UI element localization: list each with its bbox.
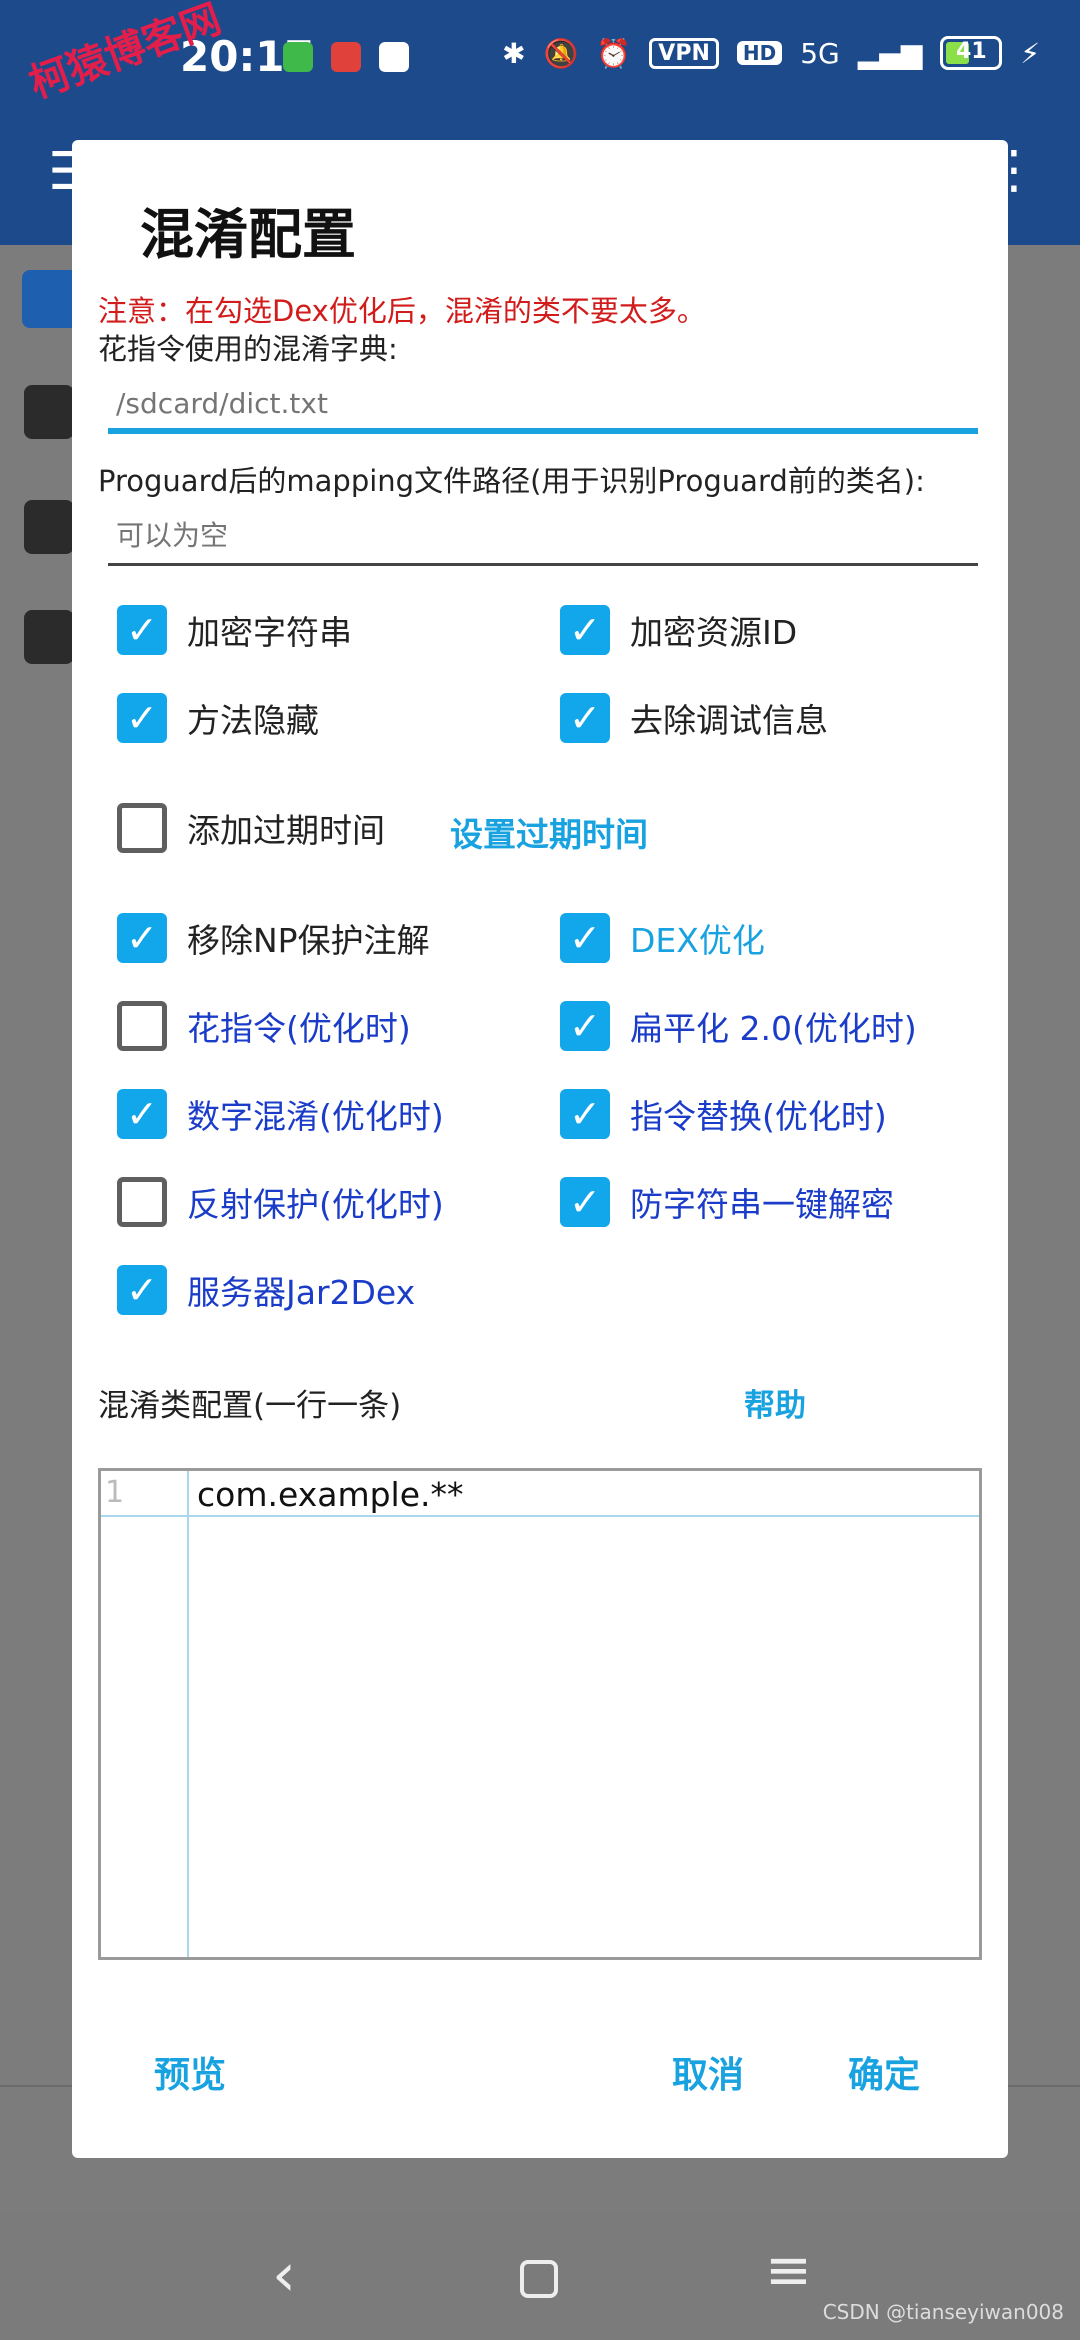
charging-icon: ⚡: [1020, 36, 1040, 70]
checkbox-checked-icon[interactable]: ✓: [117, 605, 167, 655]
hd-badge: HD: [736, 41, 783, 65]
checkbox-remove-np-annotation[interactable]: ✓ 移除NP保护注解: [117, 913, 430, 963]
checkbox-checked-icon[interactable]: ✓: [560, 605, 610, 655]
bluetooth-icon: ✱: [502, 36, 526, 70]
app-notification-icon: [379, 42, 409, 72]
cancel-button[interactable]: 取消: [672, 2046, 744, 2098]
battery-icon: 41: [940, 36, 1003, 70]
dict-path-input[interactable]: [108, 378, 978, 434]
nav-home-icon[interactable]: [520, 2260, 558, 2298]
checkbox-unchecked-icon[interactable]: [117, 803, 167, 853]
warning-text: 注意：在勾选Dex优化后，混淆的类不要太多。: [98, 294, 706, 328]
obfuscation-config-dialog: 混淆配置 注意：在勾选Dex优化后，混淆的类不要太多。 花指令使用的混淆字典: …: [72, 140, 1008, 2158]
confirm-button[interactable]: 确定: [848, 2046, 920, 2098]
nav-recents-icon[interactable]: ≡: [765, 2238, 812, 2303]
editor-gutter: 1: [101, 1471, 189, 1957]
checkbox-checked-icon[interactable]: ✓: [117, 1265, 167, 1315]
checkbox-add-expire-time[interactable]: 添加过期时间: [117, 803, 385, 853]
app-notification-icon: [331, 42, 361, 72]
app-icon: [24, 385, 74, 439]
checkbox-anti-string-decrypt[interactable]: ✓ 防字符串一键解密: [560, 1177, 894, 1227]
checkbox-checked-icon[interactable]: ✓: [117, 913, 167, 963]
app-icon: [24, 500, 74, 554]
line-number: 1: [105, 1475, 125, 1510]
dialog-title: 混淆配置: [140, 203, 356, 266]
nav-back-icon[interactable]: ‹: [272, 2240, 296, 2310]
checkbox-flatten[interactable]: ✓ 扁平化 2.0(优化时): [560, 1001, 917, 1051]
credit-watermark: CSDN @tianseyiwan008: [822, 2300, 1064, 2324]
checkbox-checked-icon[interactable]: ✓: [560, 693, 610, 743]
checkbox-method-hide[interactable]: ✓ 方法隐藏: [117, 693, 319, 743]
mute-icon: 🔕: [543, 36, 579, 70]
preview-button[interactable]: 预览: [154, 2046, 226, 2098]
mapping-path-input[interactable]: [108, 508, 978, 566]
checkbox-checked-icon[interactable]: ✓: [560, 1001, 610, 1051]
app-icon: [24, 610, 74, 664]
signal-icon: ▂▄▆: [857, 36, 923, 70]
set-expire-time-link[interactable]: 设置过期时间: [450, 808, 648, 856]
checkbox-reflection-protect[interactable]: 反射保护(优化时): [117, 1177, 444, 1227]
class-config-editor[interactable]: 1 com.example.**: [98, 1468, 982, 1960]
checkbox-instruction-replace[interactable]: ✓ 指令替换(优化时): [560, 1089, 887, 1139]
checkbox-dex-optimize[interactable]: ✓ DEX优化: [560, 913, 765, 963]
checkbox-checked-icon[interactable]: ✓: [117, 1089, 167, 1139]
checkbox-encrypt-resource-id[interactable]: ✓ 加密资源ID: [560, 605, 797, 655]
network-label: 5G: [800, 36, 840, 70]
checkbox-unchecked-icon[interactable]: [117, 1001, 167, 1051]
checkbox-junk-code[interactable]: 花指令(优化时): [117, 1001, 411, 1051]
checkbox-checked-icon[interactable]: ✓: [560, 1177, 610, 1227]
checkbox-checked-icon[interactable]: ✓: [560, 1089, 610, 1139]
checkbox-remove-debug-info[interactable]: ✓ 去除调试信息: [560, 693, 828, 743]
checkbox-checked-icon[interactable]: ✓: [560, 913, 610, 963]
status-app-icons: [283, 42, 409, 72]
app-notification-icon: [283, 42, 313, 72]
alarm-icon: ⏰: [596, 36, 632, 70]
checkbox-checked-icon[interactable]: ✓: [117, 693, 167, 743]
checkbox-encrypt-strings[interactable]: ✓ 加密字符串: [117, 605, 352, 655]
checkbox-server-jar2dex[interactable]: ✓ 服务器Jar2Dex: [117, 1265, 415, 1315]
editor-code-line[interactable]: com.example.**: [197, 1475, 464, 1514]
vpn-badge: VPN: [649, 37, 719, 69]
mix-class-config-label: 混淆类配置(一行一条): [98, 1388, 402, 1424]
checkbox-number-obfuscation[interactable]: ✓ 数字混淆(优化时): [117, 1089, 444, 1139]
checkbox-unchecked-icon[interactable]: [117, 1177, 167, 1227]
battery-level: 41: [956, 39, 987, 64]
mapping-label: Proguard后的mapping文件路径(用于识别Proguard前的类名):: [98, 464, 925, 498]
dict-label: 花指令使用的混淆字典:: [98, 332, 398, 366]
status-indicators: ✱ 🔕 ⏰ VPN HD 5G ▂▄▆ 41 ⚡: [502, 36, 1040, 70]
help-link[interactable]: 帮助: [744, 1380, 806, 1425]
